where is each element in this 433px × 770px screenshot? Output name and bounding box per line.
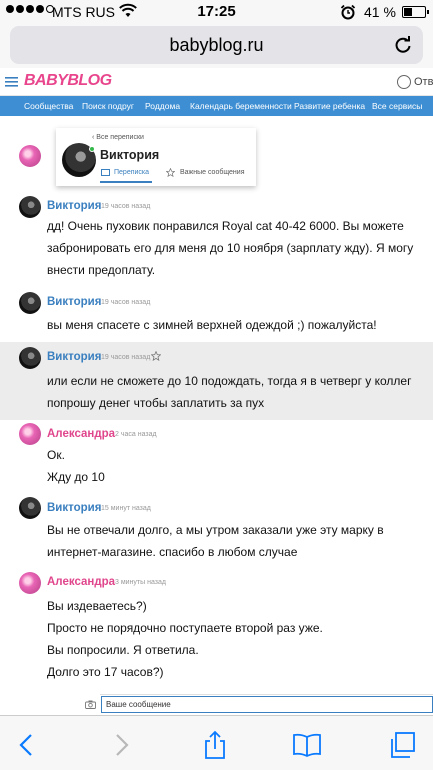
address-bar[interactable]: babyblog.ru	[10, 26, 423, 64]
avatar[interactable]	[19, 347, 41, 369]
message-timestamp: 2 часа назад	[115, 431, 157, 438]
message-text: Вы не отвечали долго, а мы утром заказал…	[47, 523, 384, 559]
message-input-wrapper	[101, 696, 433, 713]
battery-percentage: 41 %	[364, 4, 396, 20]
message-timestamp: 19 часов назад	[101, 299, 151, 306]
message-text: Вы издеваетесь?) Просто не порядочно пос…	[47, 599, 323, 679]
star-icon	[166, 168, 175, 177]
avatar[interactable]	[19, 572, 41, 594]
avatar[interactable]	[19, 497, 41, 519]
message-timestamp: 15 минут назад	[101, 505, 151, 512]
message-author[interactable]: Виктория	[47, 296, 101, 308]
message-text: или если не сможете до 10 подождать, тог…	[47, 374, 412, 410]
avatar[interactable]	[19, 423, 41, 445]
nav-maternity-hospitals[interactable]: Роддома	[145, 101, 180, 111]
nav-communities[interactable]: Сообщества	[24, 101, 73, 111]
message-text: дд! Очень пуховик понравился Royal cat 4…	[47, 219, 414, 277]
browser-address-area: babyblog.ru	[0, 24, 433, 68]
forward-chevron-icon[interactable]	[106, 730, 136, 760]
main-nav: Сообщества Поиск подруг Роддома Календар…	[0, 96, 433, 116]
site-header: BABYBLOG Ответ	[0, 68, 433, 96]
back-to-conversations-link[interactable]: ‹ Все переписки	[92, 134, 144, 141]
envelope-icon	[101, 169, 110, 176]
nav-find-friends[interactable]: Поиск подруг	[82, 101, 134, 111]
hamburger-menu-icon[interactable]	[5, 77, 18, 87]
compose-bar	[0, 693, 433, 715]
message-timestamp: 19 часов назад	[101, 203, 151, 210]
bookmarks-icon[interactable]	[292, 730, 322, 760]
reload-icon[interactable]	[393, 35, 413, 55]
avatar[interactable]	[19, 292, 41, 314]
camera-icon[interactable]	[85, 700, 96, 709]
browser-toolbar	[0, 715, 433, 770]
message-author[interactable]: Виктория	[47, 351, 101, 363]
tab-important-messages[interactable]: Важные сообщения	[180, 169, 245, 176]
star-icon[interactable]	[151, 351, 161, 361]
alarm-icon	[340, 4, 356, 20]
status-bar: MTS RUS 17:25 41 %	[0, 0, 433, 24]
chat-bubble-icon[interactable]	[397, 75, 411, 89]
message-timestamp: 19 часов назад	[101, 354, 151, 361]
share-icon[interactable]	[200, 730, 230, 760]
site-logo[interactable]: BABYBLOG	[24, 72, 112, 90]
tab-conversation[interactable]: Переписка	[114, 169, 149, 176]
tabs-icon[interactable]	[387, 730, 417, 760]
nav-child-development[interactable]: Развитие ребенка	[294, 101, 365, 111]
reply-link[interactable]: Ответ	[414, 76, 433, 88]
battery-icon	[402, 6, 429, 18]
message-timestamp: 3 минуты назад	[115, 579, 166, 586]
back-chevron-icon[interactable]	[12, 730, 42, 760]
message-text: вы меня спасете с зимней верхней одеждой…	[47, 318, 377, 332]
nav-pregnancy-calendar[interactable]: Календарь беременности	[190, 101, 292, 111]
message-author[interactable]: Виктория	[47, 502, 101, 514]
message-author[interactable]: Александра	[47, 428, 115, 440]
message-input[interactable]	[106, 698, 426, 711]
nav-all-services[interactable]: Все сервисы	[372, 101, 422, 111]
online-status-dot	[89, 146, 95, 152]
message-author[interactable]: Виктория	[47, 200, 101, 212]
conversation-header-popup: ‹ Все переписки Виктория Переписка Важны…	[56, 128, 256, 186]
message-text: Ок. Жду до 10	[47, 448, 105, 484]
conversation-partner-name[interactable]: Виктория	[100, 148, 159, 162]
message-author[interactable]: Александра	[47, 576, 115, 588]
url-text[interactable]: babyblog.ru	[10, 35, 423, 56]
active-tab-indicator	[100, 181, 152, 183]
avatar[interactable]	[19, 145, 41, 167]
avatar[interactable]	[19, 196, 41, 218]
